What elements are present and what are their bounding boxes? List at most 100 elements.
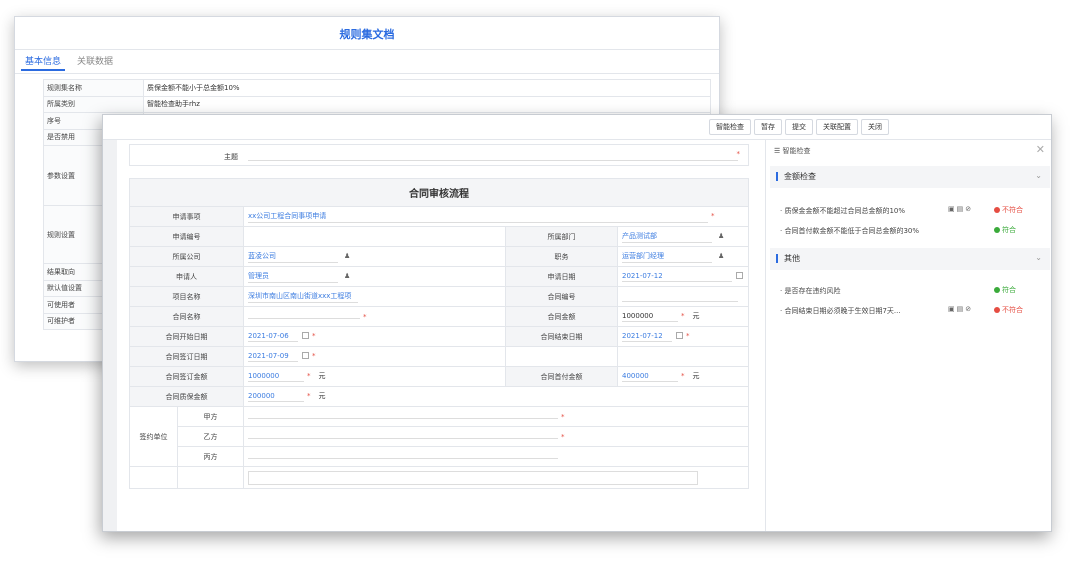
- unit-label: 元: [318, 372, 326, 380]
- table-row: 合同开始日期 2021-07-06 * 合同结束日期 2021-07-12 *: [129, 326, 749, 347]
- section-title: 金额检查: [776, 172, 816, 181]
- related-config-button[interactable]: 关联配置: [816, 119, 858, 135]
- close-icon[interactable]: ✕: [1036, 143, 1045, 156]
- required-mark: *: [711, 211, 715, 220]
- position-input[interactable]: 运营部门经理: [622, 251, 712, 263]
- field-cell: 深圳市南山区南山街道xxx工程项: [243, 286, 506, 307]
- end-date-input[interactable]: 2021-07-12: [622, 332, 672, 342]
- check-text: · 合同结束日期必须晚于生效日期7天...: [780, 307, 901, 315]
- apply-date-input[interactable]: 2021-07-12: [622, 272, 732, 282]
- empty-cell: [505, 346, 618, 367]
- check-item[interactable]: · 质保金金额不能超过合同总金额的10% ▣▤⊘ 不符合: [780, 204, 1048, 218]
- table-row: 申请事项 xx公司工程合同事项申请 *: [129, 206, 749, 227]
- applicant-input[interactable]: 管理员: [248, 271, 338, 283]
- party-a-input[interactable]: [248, 417, 558, 419]
- scroll-gutter: [103, 140, 117, 531]
- calendar-icon[interactable]: [302, 332, 309, 339]
- section-other[interactable]: 其他 ⌄: [770, 248, 1050, 270]
- divider: [15, 49, 719, 50]
- empty-cell: [129, 466, 178, 489]
- dept-input[interactable]: 产品测试部: [622, 231, 712, 243]
- chevron-down-icon[interactable]: ⌄: [1035, 171, 1042, 180]
- required-mark: *: [307, 392, 311, 400]
- field-label: 合同质保金额: [129, 386, 244, 407]
- field-cell: *: [243, 406, 749, 427]
- status-badge: 符合: [994, 285, 1016, 295]
- user-picker-icon[interactable]: ♟: [344, 272, 352, 280]
- field-cell: 产品测试部 ♟: [617, 226, 749, 247]
- field-cell: 1000000 * 元: [243, 366, 506, 387]
- action-icons[interactable]: ▣▤⊘: [948, 305, 973, 313]
- required-mark: *: [307, 372, 311, 380]
- field-label: 合同开始日期: [129, 326, 244, 347]
- project-input[interactable]: 深圳市南山区南山街道xxx工程项: [248, 291, 358, 303]
- field-cell: [243, 446, 749, 467]
- field-cell: 2021-07-12: [617, 266, 749, 287]
- org-picker-icon[interactable]: ♟: [718, 232, 726, 240]
- close-button[interactable]: 关闭: [861, 119, 889, 135]
- subject-label: 主题: [224, 153, 238, 161]
- contract-amount-input[interactable]: 1000000: [622, 312, 678, 322]
- field-cell: 蓝凌公司 ♟: [243, 246, 506, 267]
- table-row: 所属类别 智能检查助手rhz: [43, 95, 711, 113]
- advance-amount-input[interactable]: 400000: [622, 372, 678, 382]
- subject-row: 主题 *: [129, 144, 749, 166]
- textarea-input[interactable]: [248, 470, 698, 485]
- warranty-amount-input[interactable]: 200000: [248, 392, 304, 402]
- field-label: 合同名称: [129, 306, 244, 327]
- sign-date-input[interactable]: 2021-07-09: [248, 352, 298, 362]
- field-cell: 1000000 * 元: [617, 306, 749, 327]
- table-row: 合同名称 * 合同金额 1000000 * 元: [129, 306, 749, 327]
- apply-item-input[interactable]: xx公司工程合同事项申请: [248, 211, 708, 223]
- section-title: 其他: [776, 254, 800, 263]
- field-label: 合同金额: [505, 306, 618, 327]
- table-row: 合同签订金额 1000000 * 元 合同首付金额 400000 * 元: [129, 366, 749, 387]
- field-label: 所属类别: [43, 95, 144, 113]
- field-cell: [243, 466, 749, 489]
- contract-name-input[interactable]: [248, 317, 360, 319]
- calendar-icon[interactable]: [676, 332, 683, 339]
- pass-icon: [994, 287, 1000, 293]
- field-cell: 200000 * 元: [243, 386, 749, 407]
- field-label: 签约单位: [129, 406, 178, 467]
- field-label: 丙方: [177, 446, 244, 467]
- check-item[interactable]: · 合同结束日期必须晚于生效日期7天... ▣▤⊘ 不符合: [780, 304, 1048, 318]
- calendar-icon[interactable]: [302, 352, 309, 359]
- table-row: 合同审核流程: [129, 178, 749, 207]
- save-draft-button[interactable]: 暂存: [754, 119, 782, 135]
- tab-basic-info[interactable]: 基本信息: [21, 55, 66, 71]
- tab-related-data[interactable]: 关联数据: [73, 55, 117, 71]
- party-b-input[interactable]: [248, 437, 558, 439]
- chevron-down-icon[interactable]: ⌄: [1035, 253, 1042, 262]
- user-picker-icon[interactable]: ♟: [718, 252, 726, 260]
- field-cell: *: [243, 306, 506, 327]
- table-row: 合同质保金额 200000 * 元: [129, 386, 749, 407]
- start-date-input[interactable]: 2021-07-06: [248, 332, 298, 342]
- field-label: 合同编号: [505, 286, 618, 307]
- field-label: 乙方: [177, 426, 244, 447]
- subject-input[interactable]: [248, 160, 738, 161]
- field-label: 合同签订金额: [129, 366, 244, 387]
- action-icons[interactable]: ▣▤⊘: [948, 205, 973, 213]
- table-row: [129, 466, 749, 489]
- required-mark: *: [312, 351, 316, 360]
- rule-set-tabs: 基本信息 关联数据: [21, 55, 117, 71]
- submit-button[interactable]: 提交: [785, 119, 813, 135]
- field-cell: *: [243, 426, 749, 447]
- field-label: 合同首付金额: [505, 366, 618, 387]
- field-cell: xx公司工程合同事项申请 *: [243, 206, 749, 227]
- field-label: 所属公司: [129, 246, 244, 267]
- contract-no-input[interactable]: [622, 292, 738, 302]
- party-c-input[interactable]: [248, 457, 558, 459]
- field-cell: 管理员 ♟: [243, 266, 506, 287]
- apply-no-field: [243, 226, 506, 247]
- smart-check-button[interactable]: 智能检查: [709, 119, 751, 135]
- org-picker-icon[interactable]: ♟: [344, 252, 352, 260]
- table-row: 所属公司 蓝凌公司 ♟ 职务 运营部门经理 ♟: [129, 246, 749, 267]
- calendar-icon[interactable]: [736, 272, 743, 279]
- check-item[interactable]: · 是否存在违约风险 符合: [780, 284, 1048, 298]
- section-amount-check[interactable]: 金额检查 ⌄: [770, 166, 1050, 188]
- sign-amount-input[interactable]: 1000000: [248, 372, 304, 382]
- company-input[interactable]: 蓝凌公司: [248, 251, 338, 263]
- check-item[interactable]: · 合同首付款金额不能低于合同总金额的30% 符合: [780, 224, 1048, 238]
